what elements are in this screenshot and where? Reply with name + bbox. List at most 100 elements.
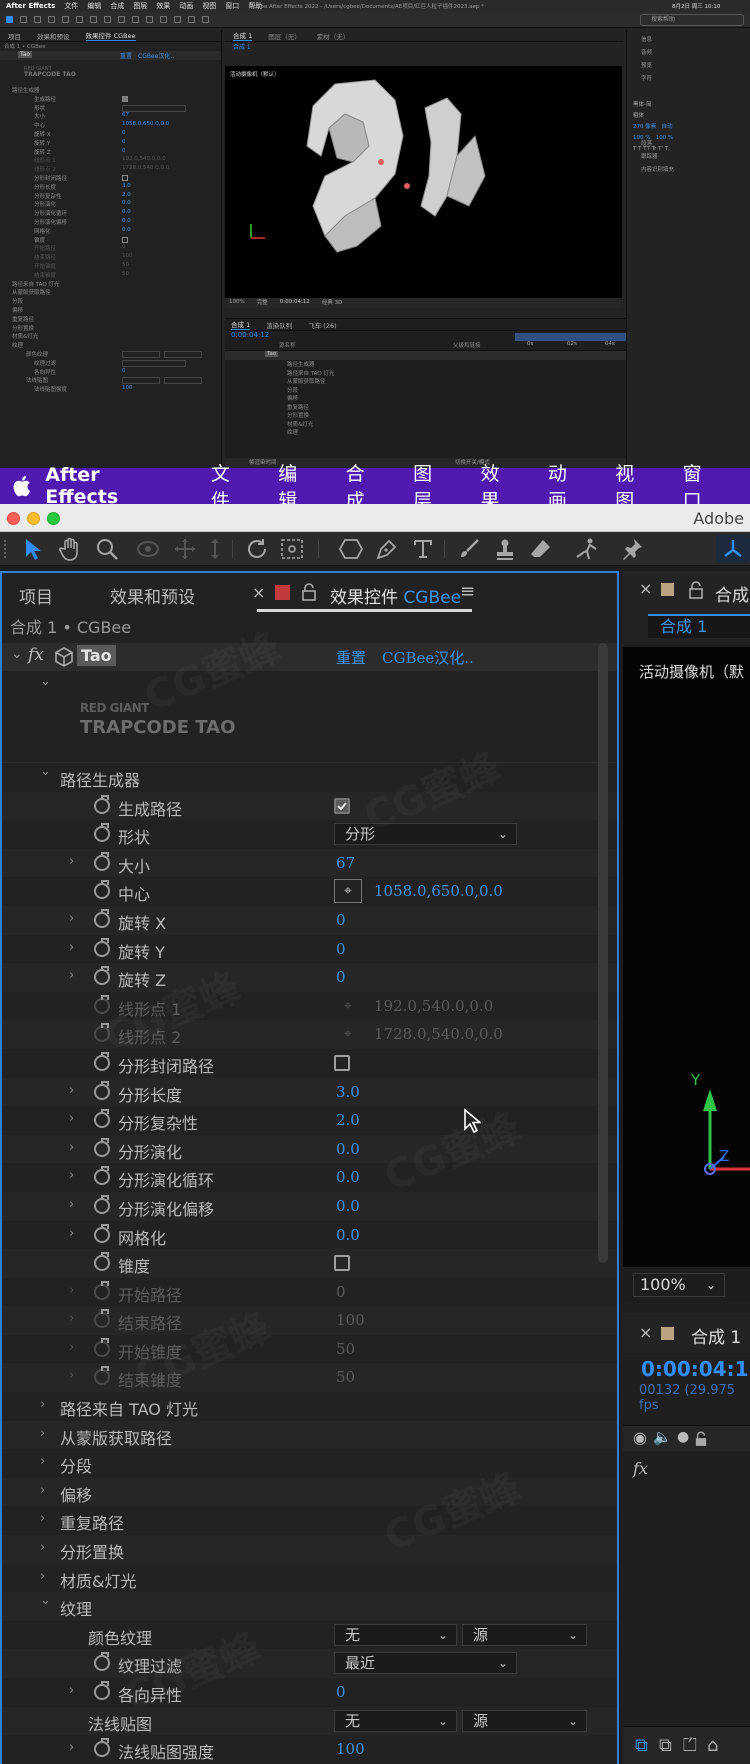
mini-prop-value[interactable]: 0 bbox=[122, 130, 126, 136]
mini-reset[interactable]: 重置 bbox=[120, 51, 132, 60]
mini-dropdown[interactable] bbox=[164, 350, 202, 358]
mini-tab-project[interactable]: 项目 bbox=[8, 31, 21, 41]
mini-prop-value[interactable]: 0 bbox=[122, 368, 126, 374]
mini-prop-value[interactable]: 0.0 bbox=[122, 209, 131, 215]
timeline-timecode[interactable]: 0:00:04:12 bbox=[641, 1357, 750, 1381]
brush-tool-icon[interactable] bbox=[454, 535, 484, 563]
chevron-right-icon[interactable]: › bbox=[69, 1683, 74, 1698]
stopwatch-icon[interactable] bbox=[94, 1223, 110, 1243]
property-value[interactable]: 0.0 bbox=[336, 1226, 360, 1244]
mini-dropdown[interactable] bbox=[122, 377, 160, 385]
mini-prop-value[interactable]: 0 bbox=[122, 139, 126, 145]
stopwatch-icon[interactable] bbox=[94, 880, 110, 900]
chevron-right-icon[interactable]: › bbox=[69, 940, 74, 955]
fx-icon[interactable]: fx bbox=[28, 645, 44, 665]
chevron-right-icon[interactable]: › bbox=[69, 968, 74, 983]
mini-prop-value[interactable]: 0 bbox=[122, 148, 126, 154]
point-target-icon[interactable]: ⌖ bbox=[334, 879, 362, 904]
stopwatch-icon[interactable] bbox=[94, 1309, 110, 1329]
render-time-icon[interactable]: ⏍ bbox=[683, 1735, 697, 1756]
chevron-right-icon[interactable]: › bbox=[69, 1168, 74, 1183]
mini-prop-value[interactable]: 0 bbox=[122, 244, 126, 250]
mini-zoom[interactable]: 100% bbox=[229, 299, 245, 305]
mini-prop-value[interactable]: 1058.0,650.0,0.0 bbox=[122, 121, 169, 127]
stopwatch-icon[interactable] bbox=[94, 1337, 110, 1357]
chevron-right-icon[interactable]: › bbox=[69, 854, 74, 869]
property-value[interactable]: 0 bbox=[336, 1283, 346, 1301]
stopwatch-icon[interactable] bbox=[94, 794, 110, 814]
property-value[interactable]: 1728.0,540.0,0.0 bbox=[374, 1025, 503, 1043]
type-tool-icon[interactable] bbox=[408, 535, 438, 563]
mini-menu-item[interactable]: 图层 bbox=[133, 1, 147, 11]
tab-composition[interactable]: 合成 bbox=[715, 581, 749, 606]
mini-about[interactable]: CGBee汉化.. bbox=[138, 51, 174, 60]
property-value[interactable]: 1058.0,650.0,0.0 bbox=[374, 882, 503, 900]
reset-link[interactable]: 重置 bbox=[336, 647, 366, 668]
mini-prop-value[interactable]: 1728.0,540.0,0.0 bbox=[122, 165, 169, 171]
property-checkbox[interactable] bbox=[334, 1255, 350, 1272]
layer-lock-icon[interactable] bbox=[695, 1431, 707, 1451]
tab-effect-controls[interactable]: 效果控件 CGBee bbox=[330, 583, 461, 608]
mini-checkbox[interactable] bbox=[122, 95, 128, 102]
puppet-tool-icon[interactable] bbox=[572, 535, 602, 563]
mini-renderer[interactable]: 经典 3D bbox=[322, 298, 342, 306]
mini-menu-item[interactable]: 合成 bbox=[110, 1, 124, 11]
property-dropdown[interactable]: 无 ⌄ bbox=[334, 1623, 457, 1646]
comp-viewer[interactable]: 活动摄像机（默 Y Z bbox=[623, 647, 750, 1267]
mini-menu-app[interactable]: After Effects bbox=[6, 2, 55, 10]
mini-prop-value[interactable]: 67 bbox=[122, 112, 129, 118]
mini-panel-label[interactable]: 音频 bbox=[627, 47, 652, 60]
stopwatch-icon[interactable] bbox=[94, 1280, 110, 1300]
lock-icon[interactable] bbox=[302, 583, 316, 605]
property-value[interactable]: 100 bbox=[336, 1311, 365, 1329]
stopwatch-icon[interactable] bbox=[94, 1681, 110, 1700]
chevron-right-icon[interactable]: › bbox=[69, 1140, 74, 1155]
property-dropdown[interactable]: 源 ⌄ bbox=[462, 1623, 587, 1646]
chevron-right-icon[interactable]: › bbox=[69, 1083, 74, 1098]
chevron-right-icon[interactable]: › bbox=[40, 1426, 45, 1441]
chevron-down-icon[interactable]: ⌄ bbox=[40, 1593, 51, 1608]
chevron-down-icon[interactable]: ⌄ bbox=[40, 764, 51, 779]
stopwatch-icon[interactable] bbox=[94, 908, 110, 928]
rotate-tool-icon[interactable] bbox=[242, 535, 272, 563]
mini-viewer-timecode[interactable]: 0:00:04:12 bbox=[280, 299, 310, 305]
mini-comp-subtab[interactable]: 合成 1 bbox=[225, 42, 623, 52]
property-dropdown[interactable]: 源 ⌄ bbox=[462, 1709, 587, 1732]
chevron-right-icon[interactable]: › bbox=[40, 1397, 45, 1412]
close-timeline-tab-icon[interactable]: × bbox=[639, 1323, 652, 1342]
mini-dropdown[interactable] bbox=[164, 377, 202, 385]
mini-tl-tab-car[interactable]: 飞车 (26) bbox=[308, 320, 336, 330]
property-value[interactable]: 0 bbox=[336, 940, 346, 958]
stopwatch-icon[interactable] bbox=[94, 994, 110, 1014]
tab-project[interactable]: 项目 bbox=[19, 583, 53, 608]
property-checkbox[interactable] bbox=[334, 797, 350, 814]
mini-layer-name[interactable]: Tao bbox=[265, 351, 279, 357]
shape-tool-icon[interactable] bbox=[336, 535, 366, 563]
stopwatch-icon[interactable] bbox=[94, 966, 110, 986]
mini-menu-item[interactable]: 视图 bbox=[202, 1, 216, 11]
apple-icon[interactable] bbox=[0, 475, 45, 497]
mini-dropdown[interactable] bbox=[122, 104, 186, 112]
chevron-right-icon[interactable]: › bbox=[69, 1283, 74, 1298]
mini-tl-tab-comp[interactable]: 合成 1 bbox=[231, 319, 251, 330]
mini-dropdown[interactable] bbox=[122, 350, 160, 358]
mini-prop-value[interactable]: 192.0,540.0,0.0 bbox=[122, 156, 166, 162]
property-value[interactable]: 0 bbox=[336, 1683, 346, 1701]
mini-prop-value[interactable]: 50 bbox=[122, 262, 129, 268]
options-disclosure-icon[interactable]: ⌄ bbox=[40, 674, 51, 689]
mini-dropdown[interactable] bbox=[122, 359, 186, 367]
stopwatch-icon[interactable] bbox=[94, 1051, 110, 1071]
mini-menu-item[interactable]: 效果 bbox=[156, 1, 170, 11]
mini-menu-item[interactable]: 文件 bbox=[64, 1, 78, 11]
pen-tool-icon[interactable] bbox=[372, 535, 402, 563]
mini-menu-item[interactable]: 动画 bbox=[179, 1, 193, 11]
close-tab-icon[interactable]: × bbox=[252, 583, 265, 602]
stopwatch-icon[interactable] bbox=[94, 851, 110, 871]
3d-axis-icon[interactable] bbox=[716, 535, 750, 563]
chevron-right-icon[interactable]: › bbox=[40, 1569, 45, 1584]
mini-viewer[interactable]: 活动摄像机（默认） bbox=[225, 66, 622, 298]
hand-tool-icon[interactable] bbox=[55, 535, 85, 563]
stopwatch-icon[interactable] bbox=[94, 937, 110, 957]
mini-prop-value[interactable]: 0.0 bbox=[122, 218, 131, 224]
timeline-fx-icon[interactable]: fx bbox=[633, 1459, 648, 1478]
